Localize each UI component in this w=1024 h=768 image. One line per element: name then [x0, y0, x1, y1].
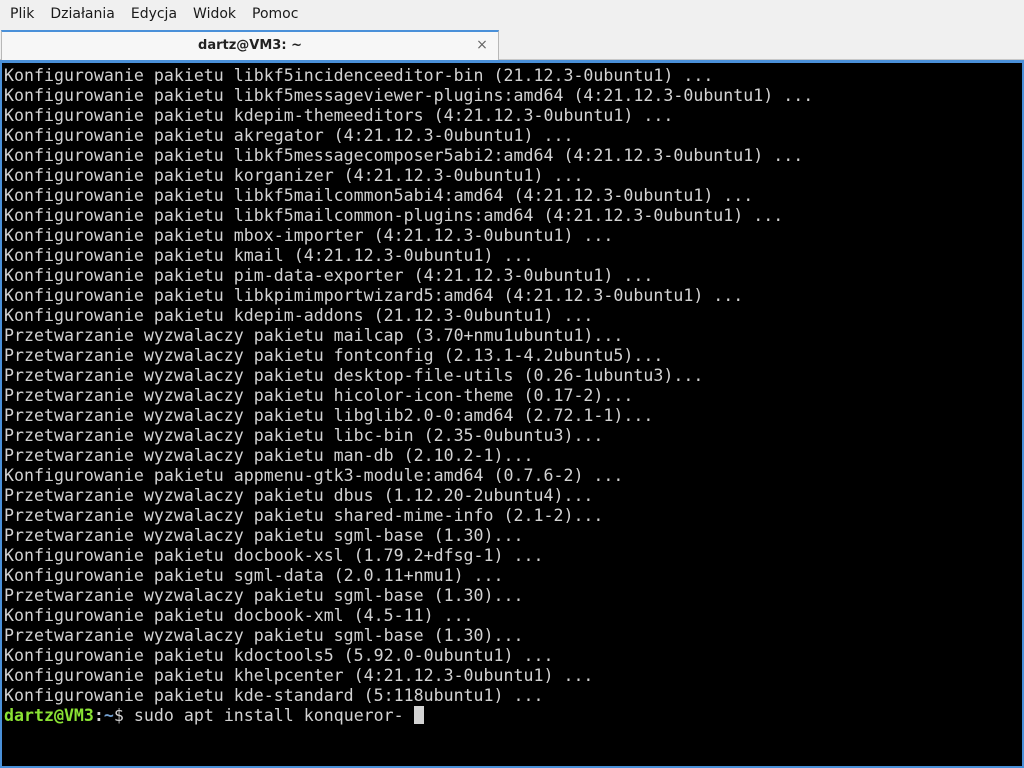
- command-input[interactable]: sudo apt install konqueror-: [134, 706, 414, 725]
- terminal-line: Konfigurowanie pakietu kde-standard (5:1…: [4, 686, 544, 705]
- terminal-line: Konfigurowanie pakietu mbox-importer (4:…: [4, 226, 614, 245]
- terminal-line: Konfigurowanie pakietu libkf5mailcommon-…: [4, 206, 784, 225]
- menu-bar: Plik Działania Edycja Widok Pomoc: [0, 0, 1024, 29]
- menu-view[interactable]: Widok: [185, 0, 244, 29]
- terminal-line: Przetwarzanie wyzwalaczy pakietu libglib…: [4, 406, 654, 425]
- prompt-separator: :: [93, 706, 104, 725]
- terminal-line: Przetwarzanie wyzwalaczy pakietu mailcap…: [4, 326, 624, 345]
- terminal-line: Konfigurowanie pakietu libkf5incidenceed…: [4, 66, 714, 85]
- terminal-line: Konfigurowanie pakietu sgml-data (2.0.11…: [4, 566, 504, 585]
- terminal-line: Konfigurowanie pakietu korganizer (4:21.…: [4, 166, 584, 185]
- prompt-path: ~: [103, 706, 114, 725]
- terminal-line: Przetwarzanie wyzwalaczy pakietu hicolor…: [4, 386, 634, 405]
- tab-bar: dartz@VM3: ~ ×: [0, 29, 1024, 60]
- terminal-line: Konfigurowanie pakietu appmenu-gtk3-modu…: [4, 466, 624, 485]
- terminal-line: Przetwarzanie wyzwalaczy pakietu sgml-ba…: [4, 586, 524, 605]
- terminal-line: Przetwarzanie wyzwalaczy pakietu shared-…: [4, 506, 604, 525]
- terminal-line: Konfigurowanie pakietu akregator (4:21.1…: [4, 126, 574, 145]
- menu-edit[interactable]: Edycja: [123, 0, 185, 29]
- terminal-line: Konfigurowanie pakietu kdoctools5 (5.92.…: [4, 646, 554, 665]
- close-icon[interactable]: ×: [474, 37, 490, 53]
- terminal-output[interactable]: Konfigurowanie pakietu libkf5incidenceed…: [2, 63, 1022, 766]
- terminal-frame: Konfigurowanie pakietu libkf5incidenceed…: [0, 60, 1024, 768]
- tab-title: dartz@VM3: ~: [198, 38, 302, 53]
- terminal-line: Przetwarzanie wyzwalaczy pakietu sgml-ba…: [4, 526, 524, 545]
- terminal-line: Przetwarzanie wyzwalaczy pakietu libc-bi…: [4, 426, 604, 445]
- terminal-line: Konfigurowanie pakietu kdepim-themeedito…: [4, 106, 674, 125]
- prompt-line[interactable]: dartz@VM3:~$ sudo apt install konqueror-: [4, 706, 1022, 726]
- menu-file[interactable]: Plik: [2, 0, 42, 29]
- terminal-line: Przetwarzanie wyzwalaczy pakietu sgml-ba…: [4, 626, 524, 645]
- terminal-line: Konfigurowanie pakietu kmail (4:21.12.3-…: [4, 246, 534, 265]
- terminal-line: Konfigurowanie pakietu docbook-xml (4.5-…: [4, 606, 474, 625]
- prompt-dollar: $: [113, 706, 134, 725]
- terminal-line: Konfigurowanie pakietu libkf5mailcommon5…: [4, 186, 754, 205]
- menu-help[interactable]: Pomoc: [244, 0, 306, 29]
- tab-terminal[interactable]: dartz@VM3: ~ ×: [1, 30, 499, 60]
- terminal-line: Przetwarzanie wyzwalaczy pakietu desktop…: [4, 366, 704, 385]
- terminal-line: Konfigurowanie pakietu libkf5messagecomp…: [4, 146, 804, 165]
- terminal-line: Konfigurowanie pakietu libkf5messageview…: [4, 86, 814, 105]
- menu-actions[interactable]: Działania: [42, 0, 123, 29]
- terminal-line: Konfigurowanie pakietu kdepim-addons (21…: [4, 306, 594, 325]
- terminal-line: Przetwarzanie wyzwalaczy pakietu dbus (1…: [4, 486, 594, 505]
- text-cursor: [413, 706, 424, 724]
- terminal-line: Przetwarzanie wyzwalaczy pakietu fontcon…: [4, 346, 664, 365]
- prompt-user-host: dartz@VM3: [4, 706, 94, 725]
- terminal-line: Konfigurowanie pakietu docbook-xsl (1.79…: [4, 546, 544, 565]
- terminal-line: Przetwarzanie wyzwalaczy pakietu man-db …: [4, 446, 534, 465]
- terminal-line: Konfigurowanie pakietu pim-data-exporter…: [4, 266, 654, 285]
- terminal-line: Konfigurowanie pakietu libkpimimportwiza…: [4, 286, 744, 305]
- terminal-line: Konfigurowanie pakietu khelpcenter (4:21…: [4, 666, 594, 685]
